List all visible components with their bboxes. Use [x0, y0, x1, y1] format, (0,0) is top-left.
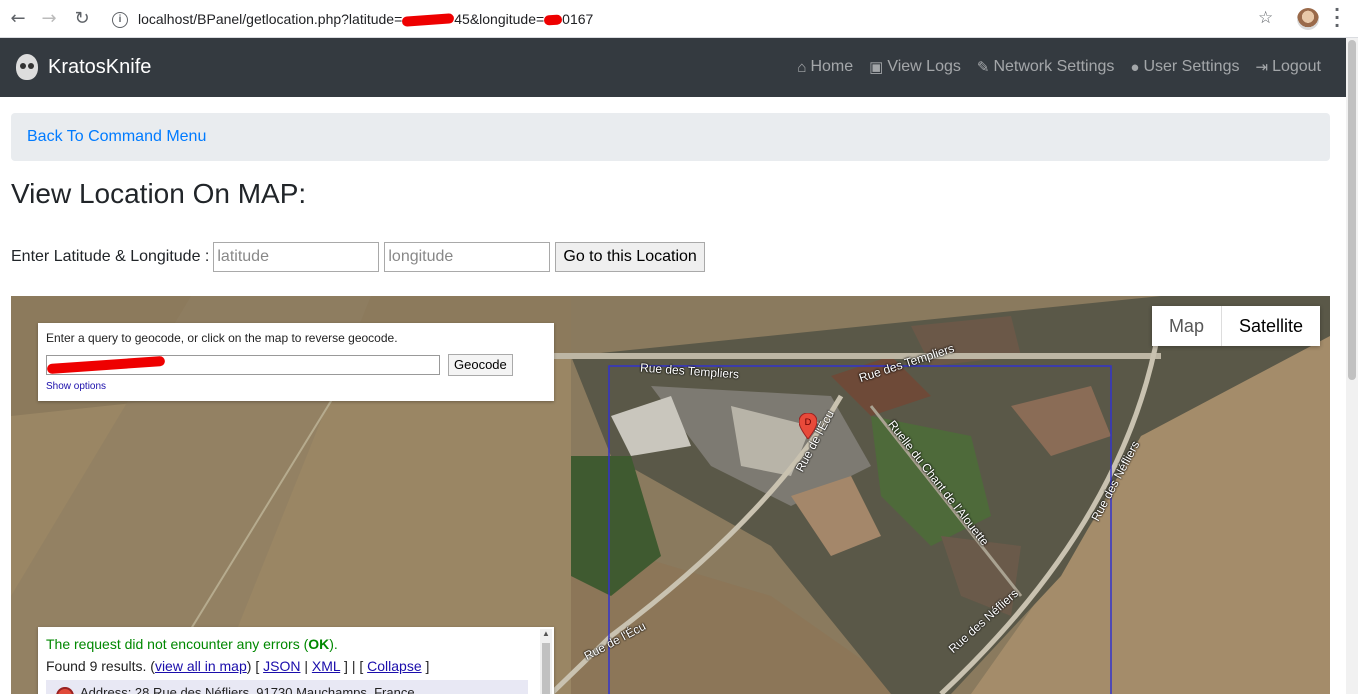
results-scroll-thumb[interactable]: [542, 643, 550, 694]
marker-label: D: [805, 418, 812, 428]
results-scrollbar[interactable]: ▲: [540, 629, 552, 694]
view-all-in-map-link[interactable]: view all in map: [155, 658, 247, 674]
info-icon[interactable]: i: [112, 12, 128, 29]
result-row[interactable]: Address: 28 Rue des Néfliers, 91730 Mauc…: [46, 680, 528, 694]
nav-label: Logout: [1272, 58, 1321, 75]
map-type-control: Map Satellite: [1151, 306, 1320, 346]
page-title: View Location On MAP:: [11, 178, 307, 209]
status-end: ).: [329, 636, 338, 652]
nav-label: Home: [810, 58, 854, 75]
sign-out-icon: ⇥: [1255, 59, 1269, 76]
redaction-mark: [401, 13, 455, 28]
forward-arrow-icon[interactable]: →: [38, 8, 60, 30]
scroll-up-arrow-icon[interactable]: ▲: [542, 629, 550, 638]
user-icon: ●: [1130, 58, 1140, 76]
nav-user-settings[interactable]: ● User Settings: [1130, 58, 1239, 76]
back-to-command-menu-link[interactable]: Back To Command Menu: [27, 128, 206, 146]
geocode-query-input[interactable]: [46, 355, 440, 375]
profile-avatar[interactable]: [1297, 8, 1319, 30]
redaction-mark: [46, 355, 166, 375]
go-to-location-button[interactable]: Go to this Location: [555, 242, 705, 272]
navbar: KratosKnife ⌂ Home ▣ View Logs ✎ Network Se…: [0, 38, 1346, 97]
longitude-input[interactable]: [384, 242, 551, 272]
kebab-menu-icon[interactable]: · · ·: [1334, 2, 1340, 34]
redaction-mark: [543, 14, 563, 26]
geocode-button[interactable]: Geocode: [448, 354, 513, 376]
status-message: The request did not encounter any errors…: [46, 636, 338, 652]
found-text: Found 9 results. (: [46, 658, 155, 674]
nav-logout[interactable]: ⇥ Logout: [1255, 58, 1321, 76]
geocode-panel: Enter a query to geocode, or click on th…: [38, 323, 554, 401]
reload-icon[interactable]: ↻: [71, 8, 93, 30]
json-link[interactable]: JSON: [263, 658, 300, 674]
address-bar[interactable]: i localhost/BPanel/getlocation.php?latitu…: [104, 6, 1294, 32]
satellite-map[interactable]: Rue des Templiers Rue des Templiers Rue …: [11, 296, 1330, 694]
breadcrumb: Back To Command Menu: [11, 113, 1330, 161]
latitude-input[interactable]: [213, 242, 380, 272]
url-text-suffix: 0167: [562, 11, 594, 27]
nav-label: View Logs: [887, 58, 961, 75]
map-marker-icon[interactable]: D: [799, 413, 817, 439]
home-icon: ⌂: [797, 58, 807, 76]
scrollbar-thumb[interactable]: [1348, 40, 1356, 380]
clipboard-icon: ▣: [869, 59, 884, 76]
xml-link[interactable]: XML: [312, 658, 340, 674]
show-options-link[interactable]: Show options: [46, 381, 106, 392]
brand[interactable]: KratosKnife: [16, 54, 151, 80]
nav-network-settings[interactable]: ✎ Network Settings: [977, 58, 1115, 76]
location-form: Enter Latitude & Longitude : Go to this …: [11, 242, 705, 272]
status-text: The request did not encounter any errors…: [46, 636, 309, 652]
geocode-hint: Enter a query to geocode, or click on th…: [46, 331, 398, 345]
bookmark-star-icon[interactable]: ☆: [1258, 8, 1273, 28]
url-text-prefix: localhost/BPanel/getlocation.php?latitud…: [138, 11, 403, 27]
brand-name: KratosKnife: [48, 55, 152, 78]
found-results: Found 9 results. (view all in map) [ JSO…: [46, 658, 430, 674]
skull-logo-icon: [16, 54, 38, 80]
result-marker-icon: [56, 687, 74, 694]
url-text-mid: 45&longitude=: [454, 11, 545, 27]
nav-view-logs[interactable]: ▣ View Logs: [869, 58, 961, 76]
status-ok: OK: [308, 636, 330, 652]
map-type-map-button[interactable]: Map: [1152, 306, 1221, 346]
nav-label: User Settings: [1143, 58, 1240, 75]
geocode-results-panel: The request did not encounter any errors…: [38, 627, 554, 694]
page-scrollbar[interactable]: [1346, 38, 1358, 694]
map-type-satellite-button[interactable]: Satellite: [1220, 306, 1320, 346]
browser-toolbar: ← → ↻ i localhost/BPanel/getlocation.php?…: [0, 0, 1358, 38]
result-address: Address: 28 Rue des Néfliers, 91730 Mauc…: [80, 685, 415, 694]
back-arrow-icon[interactable]: ←: [7, 8, 29, 30]
collapse-link[interactable]: Collapse: [367, 658, 421, 674]
nav-links: ⌂ Home ▣ View Logs ✎ Network Settings ● User…: [797, 58, 1321, 76]
form-label: Enter Latitude & Longitude :: [11, 248, 210, 265]
wrench-icon: ✎: [976, 59, 990, 76]
nav-home[interactable]: ⌂ Home: [797, 58, 853, 76]
nav-label: Network Settings: [993, 58, 1115, 75]
